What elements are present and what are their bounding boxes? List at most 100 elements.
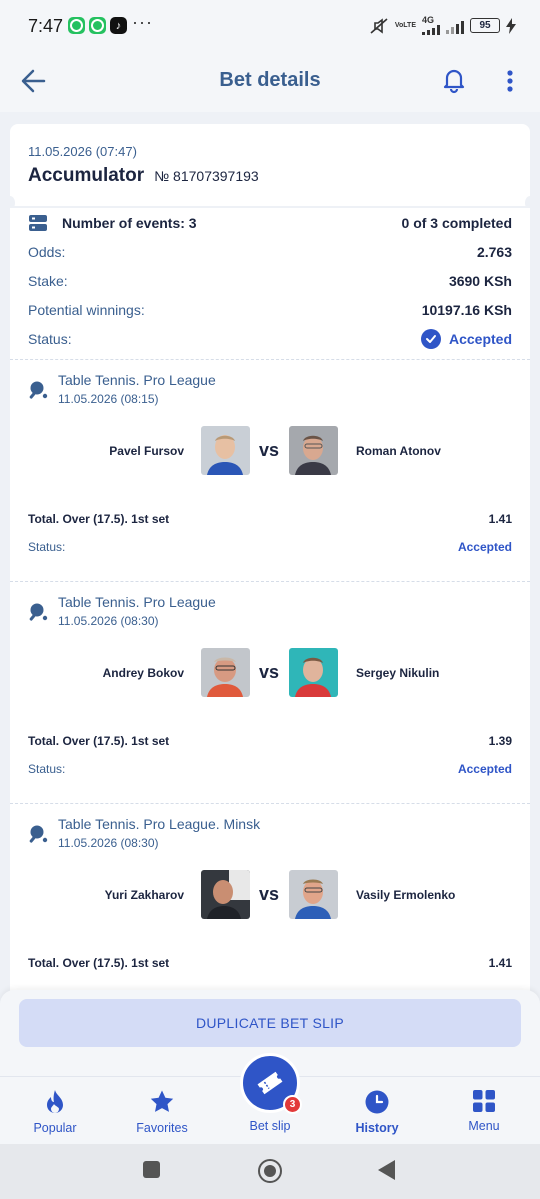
matchup: Yuri Zakharov vs Vasily Ermolenko [10, 870, 530, 920]
notifications-button[interactable] [440, 66, 468, 94]
table-tennis-icon [29, 825, 48, 843]
status-bar: 7:47 ··· VoLTE 4G 95 [0, 0, 540, 50]
star-icon [150, 1090, 174, 1112]
bet-selection: Total. Over (17.5). 1st set [28, 734, 170, 748]
bet-type: Accumulator [28, 165, 145, 186]
player-avatar-home [201, 648, 250, 697]
player-avatar-home [201, 870, 250, 919]
status-label: Status: [28, 330, 72, 347]
volte-label: VoLTE [394, 22, 416, 29]
stake-row: Stake: 3690 KSh [28, 266, 512, 295]
battery-icon: 95 [470, 18, 500, 33]
duplicate-bet-slip-button[interactable]: DUPLICATE BET SLIP [19, 999, 521, 1047]
winnings-row: Potential winnings: 10197.16 KSh [28, 295, 512, 324]
player-avatar-away [289, 870, 338, 919]
tab-menu[interactable]: Menu [434, 1089, 534, 1133]
events-count-row: Number of events: 3 0 of 3 completed [28, 208, 512, 237]
event-league: Table Tennis. Pro League [58, 594, 216, 610]
app-header: Bet details [0, 50, 540, 112]
system-icons: VoLTE 4G 95 [369, 16, 516, 35]
more-notifications: ··· [132, 12, 153, 32]
grid-icon [473, 1090, 495, 1112]
ticket-icon [257, 1071, 283, 1095]
team-away: Sergey Nikulin [356, 666, 440, 680]
event-league: Table Tennis. Pro League [58, 372, 216, 388]
stake-value: 3690 KSh [448, 272, 512, 289]
battery-level: 95 [479, 20, 491, 31]
event-status: Accepted [457, 762, 512, 776]
more-options-button[interactable] [500, 66, 520, 96]
team-home: Yuri Zakharov [104, 888, 184, 902]
event-item[interactable]: Table Tennis. Pro League. Minsk 11.05.20… [10, 804, 530, 1004]
versus-label: vs [259, 440, 280, 460]
system-back-button[interactable] [378, 1160, 395, 1180]
tab-history[interactable]: History [327, 1089, 427, 1135]
team-home: Pavel Fursov [109, 444, 184, 458]
system-nav-bar [0, 1144, 540, 1199]
event-datetime: 11.05.2026 (08:15) [58, 392, 159, 406]
matchup: Andrey Bokov vs Sergey Nikulin [10, 648, 530, 698]
status-time: 7:47 [28, 16, 64, 36]
tab-popular[interactable]: Popular [5, 1089, 105, 1135]
whatsapp-icon [68, 17, 85, 34]
event-odds: 1.39 [488, 734, 512, 748]
event-item[interactable]: Table Tennis. Pro League 11.05.2026 (08:… [10, 360, 530, 582]
event-datetime: 11.05.2026 (08:30) [58, 614, 159, 628]
notification-icons [68, 17, 127, 34]
bet-selection: Total. Over (17.5). 1st set [28, 512, 170, 526]
player-avatar-away [289, 648, 338, 697]
team-home: Andrey Bokov [102, 666, 184, 680]
check-circle-icon [420, 328, 441, 349]
bet-card: 11.05.2026 (07:47) Accumulator № 8170739… [10, 124, 530, 1004]
clock-icon [365, 1090, 389, 1114]
tab-favorites[interactable]: Favorites [112, 1089, 212, 1135]
event-status-row: Status: Accepted [28, 540, 512, 554]
event-status-label: Status: [28, 540, 66, 554]
status-value: Accepted [448, 330, 512, 347]
tiktok-icon [110, 17, 127, 34]
events-count: Number of events: 3 [62, 214, 197, 231]
home-button[interactable] [258, 1159, 282, 1183]
bet-datetime: 11.05.2026 (07:47) [28, 144, 137, 159]
bet-header: 11.05.2026 (07:47) Accumulator № 8170739… [10, 124, 530, 202]
card-divider [10, 196, 530, 210]
event-item[interactable]: Table Tennis. Pro League 11.05.2026 (08:… [10, 582, 530, 804]
mute-icon [370, 17, 388, 34]
event-league: Table Tennis. Pro League. Minsk [58, 816, 261, 832]
bet-number: № 81707397193 [154, 168, 259, 184]
bottom-tab-bar: Popular Favorites 3 Bet slip History Men… [0, 1053, 540, 1144]
bet-selection-row: Total. Over (17.5). 1st set 1.41 [28, 512, 512, 526]
bet-slip-count-badge: 3 [283, 1095, 302, 1114]
network-indicator: 4G [422, 16, 440, 35]
player-avatar-home [201, 426, 250, 475]
tab-favorites-label: Favorites [136, 1121, 188, 1135]
versus-label: vs [259, 884, 280, 904]
bell-icon [443, 69, 465, 94]
table-tennis-icon [29, 381, 48, 399]
versus-label: vs [259, 662, 280, 682]
odds-value: 2.763 [476, 243, 512, 260]
completed-count: 0 of 3 completed [401, 214, 512, 231]
event-status: Accepted [457, 540, 512, 554]
bet-summary: Number of events: 3 0 of 3 completed Odd… [10, 208, 530, 360]
odds-label: Odds: [28, 243, 66, 260]
tab-menu-label: Menu [468, 1119, 500, 1133]
team-away: Roman Atonov [356, 444, 441, 458]
player-avatar-away [289, 426, 338, 475]
event-datetime: 11.05.2026 (08:30) [58, 836, 159, 850]
tab-popular-label: Popular [33, 1121, 77, 1135]
flame-icon [47, 1090, 63, 1113]
bet-selection-row: Total. Over (17.5). 1st set 1.39 [28, 734, 512, 748]
winnings-label: Potential winnings: [28, 301, 145, 318]
event-status-row: Status: Accepted [28, 762, 512, 776]
signal-icon [422, 25, 440, 35]
table-tennis-icon [29, 603, 48, 621]
list-icon [29, 214, 47, 231]
odds-row: Odds: 2.763 [28, 237, 512, 266]
tab-bet-slip-label: Bet slip [249, 1119, 291, 1133]
event-odds: 1.41 [488, 512, 512, 526]
team-away: Vasily Ermolenko [356, 888, 456, 902]
recents-button[interactable] [143, 1161, 160, 1178]
bet-selection: Total. Over (17.5). 1st set [28, 956, 170, 970]
more-vertical-icon [507, 70, 513, 92]
